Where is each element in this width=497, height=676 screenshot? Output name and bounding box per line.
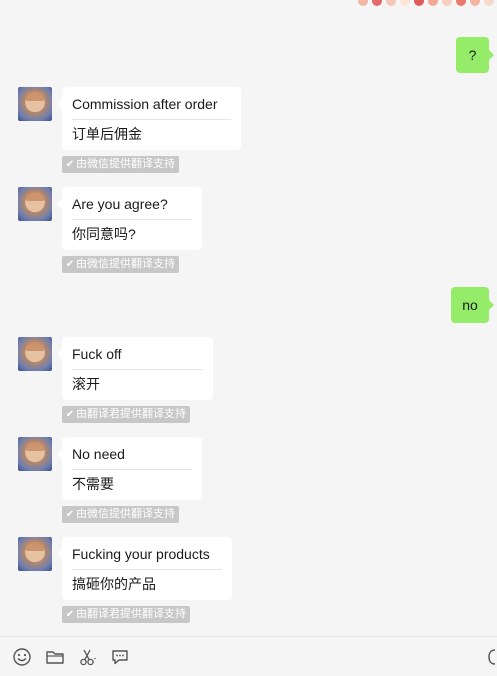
check-icon: ✔ xyxy=(65,609,75,620)
credit-text: 由微信提供翻译支持 xyxy=(76,258,175,270)
phone-icon[interactable] xyxy=(484,647,497,667)
scissors-icon[interactable] xyxy=(78,647,98,667)
check-icon: ✔ xyxy=(65,509,75,520)
credit-text: 由翻译君提供翻译支持 xyxy=(76,608,186,620)
original-text: Fuck off xyxy=(72,346,122,362)
folder-icon[interactable] xyxy=(45,647,65,667)
sent-message-text: ? xyxy=(468,47,477,63)
translation-credit-badge: ✔ 由微信提供翻译支持 xyxy=(62,156,179,173)
message-bubble[interactable]: No need 不需要 xyxy=(57,437,202,500)
translation-credit-badge: ✔ 由微信提供翻译支持 xyxy=(62,506,179,523)
translated-text: 订单后佣金 xyxy=(72,126,142,142)
credit-text: 由微信提供翻译支持 xyxy=(76,158,175,170)
message-bubble[interactable]: Fuck off 滚开 xyxy=(57,337,213,400)
avatar[interactable] xyxy=(18,337,52,371)
chat-history[interactable]: ? Commission after order 订单后佣金 ✔ 由微信提供翻译支… xyxy=(0,0,497,636)
sent-message-bubble[interactable]: ? xyxy=(456,37,494,73)
input-toolbar xyxy=(0,636,497,676)
sent-message-text: no xyxy=(462,297,478,313)
check-icon: ✔ xyxy=(65,409,75,420)
emoji-icon[interactable] xyxy=(12,647,32,667)
message-bubble[interactable]: Commission after order 订单后佣金 xyxy=(57,87,241,150)
chat-bubble-icon[interactable] xyxy=(110,647,130,667)
message-bubble[interactable]: Fucking your products 搞砸你的产品 xyxy=(57,537,232,600)
avatar[interactable] xyxy=(18,187,52,221)
translated-text: 搞砸你的产品 xyxy=(72,576,156,592)
original-text: Commission after order xyxy=(72,96,218,112)
credit-text: 由微信提供翻译支持 xyxy=(76,508,175,520)
original-text: No need xyxy=(72,446,125,462)
translation-credit-badge: ✔ 由微信提供翻译支持 xyxy=(62,256,179,273)
translated-text: 滚开 xyxy=(72,376,100,392)
sticker-strip xyxy=(358,0,494,6)
avatar[interactable] xyxy=(18,537,52,571)
message-bubble[interactable]: Are you agree? 你同意吗? xyxy=(57,187,202,250)
translation-credit-badge: ✔ 由翻译君提供翻译支持 xyxy=(62,606,190,623)
original-text: Are you agree? xyxy=(72,196,168,212)
avatar[interactable] xyxy=(18,437,52,471)
avatar[interactable] xyxy=(18,87,52,121)
sent-message-bubble[interactable]: no xyxy=(451,287,494,323)
original-text: Fucking your products xyxy=(72,546,210,562)
check-icon: ✔ xyxy=(65,159,75,170)
translated-text: 你同意吗? xyxy=(72,226,136,242)
credit-text: 由翻译君提供翻译支持 xyxy=(76,408,186,420)
translated-text: 不需要 xyxy=(72,476,114,492)
check-icon: ✔ xyxy=(65,259,75,270)
translation-credit-badge: ✔ 由翻译君提供翻译支持 xyxy=(62,406,190,423)
